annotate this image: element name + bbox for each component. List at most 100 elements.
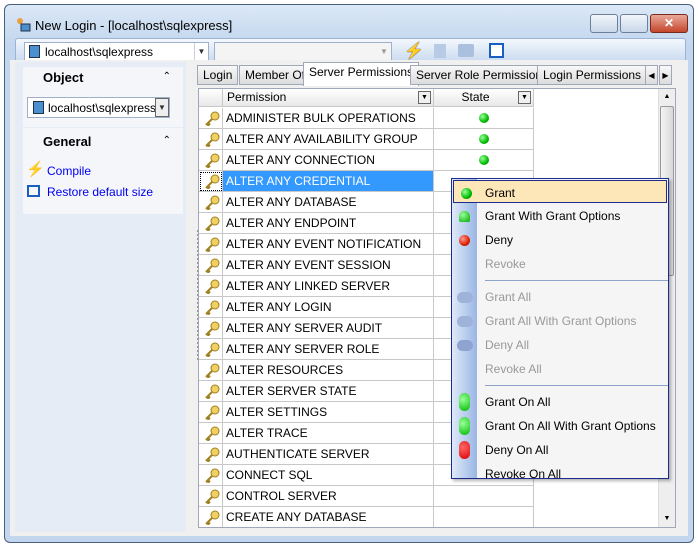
permission-cell[interactable]: ALTER TRACE — [223, 423, 434, 444]
key-icon — [204, 237, 220, 253]
close-button[interactable]: ✕ — [650, 14, 688, 33]
row-indicator — [199, 444, 223, 465]
tab-scroll-right-button[interactable]: ▶ — [659, 65, 672, 85]
permission-cell[interactable]: ALTER ANY CONNECTION — [223, 150, 434, 171]
object-combo[interactable]: localhost\sqlexpress ▼ — [27, 97, 170, 118]
permission-cell[interactable]: ALTER ANY LOGIN — [223, 297, 434, 318]
menu-item-grant-all-with-grant-options: Grant All With Grant Options — [452, 309, 668, 333]
menu-item-label: Grant All — [485, 290, 532, 304]
row-indicator — [199, 465, 223, 486]
login-icon — [17, 18, 31, 32]
table-row[interactable]: CONTROL SERVER — [199, 486, 535, 507]
table-row[interactable]: ALTER ANY CONNECTION — [199, 150, 535, 171]
row-indicator — [199, 423, 223, 444]
refresh-icon[interactable] — [434, 44, 446, 58]
key-icon — [204, 405, 220, 421]
column-header-permission[interactable]: Permission ▼ — [223, 89, 434, 107]
menu-item-deny[interactable]: Deny — [452, 228, 668, 252]
chevron-down-icon[interactable]: ▼ — [377, 43, 391, 60]
filter-dropdown-icon[interactable]: ▼ — [418, 91, 431, 104]
chevron-down-icon[interactable]: ▼ — [194, 43, 208, 60]
tab-login-permissions[interactable]: Login Permissions — [537, 65, 648, 85]
key-icon — [204, 468, 220, 484]
permission-cell[interactable]: ALTER SERVER STATE — [223, 381, 434, 402]
tab-login[interactable]: Login — [197, 65, 239, 85]
column-header-state[interactable]: State ▼ — [434, 89, 534, 107]
permission-cell[interactable]: ALTER ANY DATABASE — [223, 192, 434, 213]
collapse-icon[interactable]: ⌃ — [163, 71, 171, 82]
collapse-icon[interactable]: ⌃ — [163, 135, 171, 146]
compile-link[interactable]: Compile — [47, 164, 91, 178]
state-cell[interactable] — [434, 486, 534, 507]
menu-item-grant-on-all[interactable]: Grant On All — [452, 390, 668, 414]
row-indicator — [199, 402, 223, 423]
filter-dropdown-icon[interactable]: ▼ — [518, 91, 531, 104]
compile-icon[interactable]: ⚡ — [404, 41, 424, 61]
row-indicator — [199, 507, 223, 527]
database-combo[interactable]: ▼ — [214, 42, 392, 61]
permission-cell[interactable]: CREATE ANY DATABASE — [223, 507, 434, 527]
key-icon — [204, 342, 220, 358]
menu-item-label: Deny — [485, 233, 514, 247]
object-combo-value: localhost\sqlexpress — [48, 101, 157, 115]
permission-cell[interactable]: CONTROL SERVER — [223, 486, 434, 507]
key-icon — [204, 174, 220, 190]
row-indicator — [199, 150, 223, 171]
minimize-button[interactable] — [590, 14, 618, 33]
maximize-button[interactable] — [620, 14, 648, 33]
server-icon — [33, 101, 44, 114]
restore-size-icon[interactable] — [489, 43, 504, 58]
scroll-up-button[interactable]: ▲ — [659, 89, 675, 105]
tab-server-permissions[interactable]: Server Permissions — [303, 62, 420, 86]
row-indicator — [199, 129, 223, 150]
table-row[interactable]: ADMINISTER BULK OPERATIONS — [199, 108, 535, 129]
permission-cell[interactable]: CONNECT SQL — [223, 465, 434, 486]
print-icon[interactable] — [458, 44, 474, 57]
grant-all-options-icon — [457, 316, 473, 327]
restore-default-size-link[interactable]: Restore default size — [47, 185, 153, 199]
state-cell[interactable] — [434, 129, 534, 150]
permission-cell[interactable]: ALTER SETTINGS — [223, 402, 434, 423]
state-cell[interactable] — [434, 150, 534, 171]
row-indicator — [199, 486, 223, 507]
server-combo[interactable]: localhost\sqlexpress ▼ — [24, 42, 209, 61]
permission-cell[interactable]: ALTER ANY ENDPOINT — [223, 213, 434, 234]
permission-cell[interactable]: ALTER ANY SERVER ROLE — [223, 339, 434, 360]
menu-item-deny-on-all[interactable]: Deny On All — [452, 438, 668, 462]
state-cell[interactable] — [434, 507, 534, 527]
scroll-down-button[interactable]: ▼ — [659, 511, 675, 527]
permission-cell[interactable]: ALTER ANY EVENT SESSION — [223, 255, 434, 276]
menu-item-grant-on-all-with-grant-options[interactable]: Grant On All With Grant Options — [452, 414, 668, 438]
chevron-down-icon[interactable]: ▼ — [155, 98, 169, 117]
permission-cell[interactable]: AUTHENTICATE SERVER — [223, 444, 434, 465]
menu-item-label: Grant On All With Grant Options — [485, 419, 656, 433]
menu-item-label: Revoke On All — [485, 467, 562, 481]
menu-item-label: Deny On All — [485, 443, 549, 457]
navigation-panel: Object ⌃ localhost\sqlexpress ▼ General … — [15, 62, 186, 532]
permission-cell[interactable]: ALTER RESOURCES — [223, 360, 434, 381]
row-indicator — [199, 276, 223, 297]
permission-cell[interactable]: ALTER ANY CREDENTIAL — [223, 171, 434, 192]
deny-on-all-icon — [459, 441, 470, 459]
permission-cell[interactable]: ALTER ANY LINKED SERVER — [223, 276, 434, 297]
permission-cell[interactable]: ALTER ANY AVAILABILITY GROUP — [223, 129, 434, 150]
permission-cell[interactable]: ALTER ANY EVENT NOTIFICATION — [223, 234, 434, 255]
row-indicator — [199, 255, 223, 276]
menu-item-grant-with-grant-options[interactable]: Grant With Grant Options — [452, 204, 668, 228]
key-icon — [204, 111, 220, 127]
menu-item-grant[interactable]: Grant — [453, 180, 667, 203]
key-icon — [204, 384, 220, 400]
table-row[interactable]: ALTER ANY AVAILABILITY GROUP — [199, 129, 535, 150]
table-row[interactable]: CREATE ANY DATABASE — [199, 507, 535, 527]
permission-cell[interactable]: ADMINISTER BULK OPERATIONS — [223, 108, 434, 129]
tab-member-of[interactable]: Member Of — [239, 65, 312, 85]
menu-item-label: Revoke — [485, 257, 526, 271]
menu-item-label: Grant — [485, 186, 516, 200]
tab-server-role-permissions[interactable]: Server Role Permissions — [410, 65, 555, 85]
server-combo-value: localhost\sqlexpress — [45, 45, 154, 59]
tab-scroll-left-button[interactable]: ◀ — [645, 65, 658, 85]
state-cell[interactable] — [434, 108, 534, 129]
key-icon — [204, 153, 220, 169]
permission-cell[interactable]: ALTER ANY SERVER AUDIT — [223, 318, 434, 339]
menu-item-revoke-on-all[interactable]: Revoke On All — [452, 462, 668, 486]
